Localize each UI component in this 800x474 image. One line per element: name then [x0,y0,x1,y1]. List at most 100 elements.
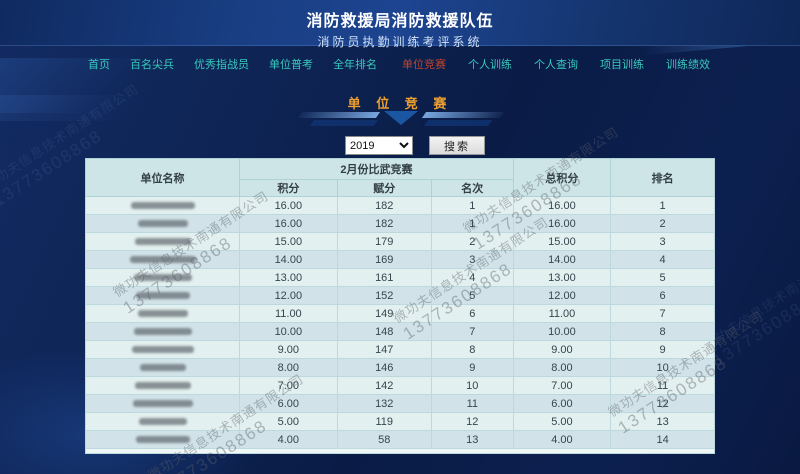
place-cell: 10 [430,376,514,395]
total-cell: 14.00 [512,250,612,269]
rank-cell: 1 [610,196,715,215]
score-cell: 11.00 [239,304,338,323]
total-cell: 9.00 [512,340,612,359]
total-cell: 12.00 [512,286,612,305]
assigned-score-cell: 161 [336,268,432,287]
redacted-unit-name [137,220,188,227]
col-header-place: 名次 [430,179,514,197]
redacted-unit-name [135,292,190,299]
unit-name-cell [84,340,241,359]
total-cell: 15.00 [512,232,612,251]
redacted-unit-name [134,382,191,389]
nav-right-item-4[interactable]: 训练绩效 [666,56,710,72]
unit-name-cell [84,430,241,449]
place-cell: 1 [430,196,514,215]
assigned-score-cell: 182 [336,214,432,233]
nav-right-item-1[interactable]: 个人训练 [468,56,512,72]
rank-cell: 11 [610,376,715,395]
score-cell: 8.00 [239,358,338,377]
unit-name-cell [84,394,241,413]
assigned-score-cell: 179 [336,232,432,251]
score-cell: 4.00 [239,430,338,449]
col-header-unit-name: 单位名称 [84,158,241,197]
rank-cell: 13 [610,412,715,431]
nav-left-item-0[interactable]: 首页 [88,56,110,72]
score-cell: 15.00 [239,232,338,251]
place-cell: 6 [430,304,514,323]
redacted-unit-name [129,256,196,263]
table-row: 11.00 149 6 11.00 7 [84,304,715,323]
unit-name-cell [84,304,241,323]
place-cell: 3 [430,250,514,269]
unit-name-cell [84,250,241,269]
assigned-score-cell: 147 [336,340,432,359]
redacted-unit-name [134,238,191,245]
table-row: 10.00 148 7 10.00 8 [84,322,715,341]
place-cell: 5 [430,286,514,305]
year-select[interactable]: 2019 [345,136,413,155]
score-cell: 10.00 [239,322,338,341]
table-row: 14.00 169 3 14.00 4 [84,250,715,269]
competition-table: 单位名称 2月份比武竞赛 总积分 排名 积分 赋分 名次 16.00 182 1 16… [84,158,715,454]
redacted-unit-name [133,274,192,281]
redacted-unit-name [139,364,186,371]
table-footer-cell [85,448,715,454]
search-button[interactable]: 搜索 [429,136,485,155]
nav-left-item-3[interactable]: 单位普考 [269,56,313,72]
place-cell: 7 [430,322,514,341]
col-header-total: 总积分 [512,158,612,197]
score-cell: 12.00 [239,286,338,305]
rank-cell: 2 [610,214,715,233]
nav-right-item-0[interactable]: 单位竞赛 [402,56,446,72]
rank-cell: 6 [610,286,715,305]
total-cell: 11.00 [512,304,612,323]
search-controls: 2019 搜索 [345,136,485,155]
table-row: 7.00 142 10 7.00 11 [84,376,715,395]
assigned-score-cell: 152 [336,286,432,305]
nav-right-item-2[interactable]: 个人查询 [534,56,578,72]
rank-cell: 5 [610,268,715,287]
page: 消防救援局消防救援队伍 消防员执勤训练考评系统 首页 百名尖兵 优秀指战员 单位普考 全… [0,0,800,474]
rank-cell: 12 [610,394,715,413]
table-header-row: 单位名称 2月份比武竞赛 总积分 排名 [84,158,715,197]
total-cell: 13.00 [512,268,612,287]
rank-cell: 4 [610,250,715,269]
place-cell: 12 [430,412,514,431]
nav-left-item-1[interactable]: 百名尖兵 [130,56,174,72]
table-row: 5.00 119 12 5.00 13 [84,412,715,431]
total-cell: 6.00 [512,394,612,413]
rank-cell: 8 [610,322,715,341]
table-row: 15.00 179 2 15.00 3 [84,232,715,251]
chevron-bar-decor [423,120,493,126]
rank-cell: 14 [610,430,715,449]
unit-name-cell [84,268,241,287]
total-cell: 4.00 [512,430,612,449]
assigned-score-cell: 142 [336,376,432,395]
rank-cell: 9 [610,340,715,359]
assigned-score-cell: 182 [336,196,432,215]
unit-name-cell [84,376,241,395]
app-subtitle: 消防员执勤训练考评系统 [317,35,483,49]
unit-name-cell [84,286,241,305]
assigned-score-cell: 149 [336,304,432,323]
table-row: 13.00 161 4 13.00 5 [84,268,715,287]
place-cell: 13 [430,430,514,449]
table-row: 9.00 147 8 9.00 9 [84,340,715,359]
score-cell: 5.00 [239,412,338,431]
redacted-unit-name [130,202,195,209]
score-cell: 9.00 [239,340,338,359]
col-header-assigned-score: 赋分 [336,179,432,197]
chevron-down-icon [384,111,418,125]
nav-right-item-3[interactable]: 项目训练 [600,56,644,72]
nav-left-item-4[interactable]: 全年排名 [333,56,377,72]
place-cell: 4 [430,268,514,287]
assigned-score-cell: 132 [336,394,432,413]
unit-name-cell [84,322,241,341]
nav-left-item-2[interactable]: 优秀指战员 [194,56,249,72]
total-cell: 16.00 [512,196,612,215]
redacted-unit-name [133,328,192,335]
assigned-score-cell: 58 [336,430,432,449]
table-footer-strip [85,448,715,454]
place-cell: 11 [430,394,514,413]
table-row: 16.00 182 1 16.00 2 [84,214,715,233]
